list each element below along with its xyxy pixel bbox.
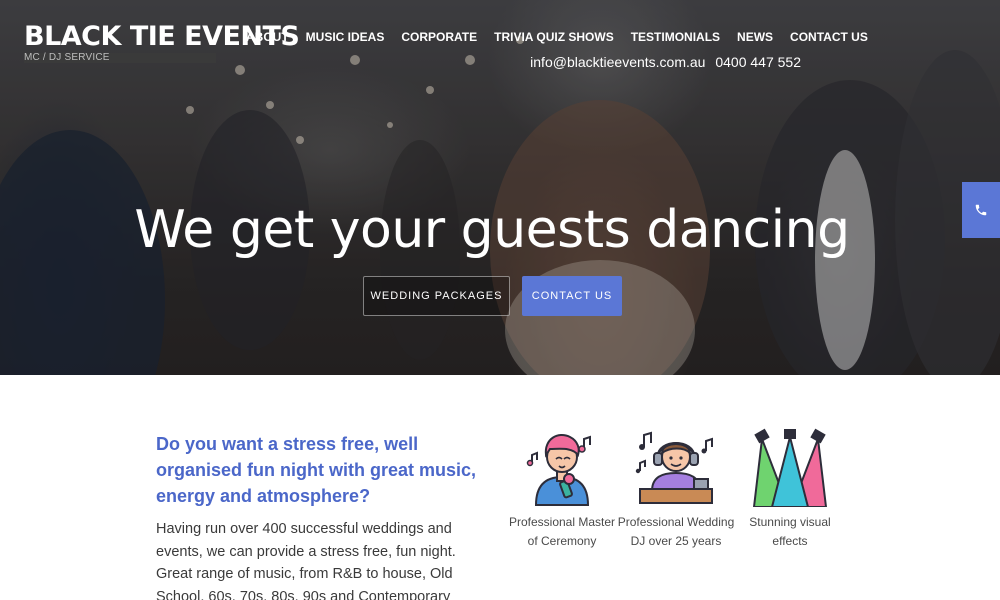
feature-label: Professional Master of Ceremony bbox=[508, 515, 616, 548]
nav-item-music-ideas[interactable]: MUSIC IDEAS bbox=[306, 30, 385, 45]
feature-label: Professional Wedding DJ over 25 years bbox=[617, 515, 735, 548]
hero-title: We get your guests dancing bbox=[134, 200, 850, 260]
feature-wedding-dj: Professional Wedding DJ over 25 years bbox=[617, 427, 735, 551]
phone-link[interactable]: 0400 447 552 bbox=[715, 54, 801, 70]
feature-label: Stunning visual effects bbox=[749, 515, 831, 548]
intro-body: Having run over 400 successful weddings … bbox=[156, 521, 456, 600]
logo-bar: MC / DJ SERVICE bbox=[24, 52, 216, 63]
contact-us-button[interactable]: CONTACT US bbox=[522, 276, 622, 316]
nav-item-news[interactable]: NEWS bbox=[737, 30, 773, 45]
hero-section: BLACK TIE EVENTS MC / DJ SERVICE ABOUT M… bbox=[0, 0, 1000, 375]
logo-tagline: MC / DJ SERVICE bbox=[24, 52, 110, 63]
wedding-packages-button[interactable]: WEDDING PACKAGES bbox=[363, 276, 510, 316]
nav-item-testimonials[interactable]: TESTIMONIALS bbox=[631, 30, 720, 45]
email-link[interactable]: info@blacktieevents.com.au bbox=[530, 54, 705, 70]
nav-item-corporate[interactable]: CORPORATE bbox=[401, 30, 477, 45]
header-contact-line: info@blacktieevents.com.au 0400 447 552 bbox=[530, 54, 801, 70]
phone-side-tab[interactable] bbox=[962, 182, 1000, 238]
logo-text: BLACK TIE EVENTS bbox=[24, 21, 300, 52]
feature-master-of-ceremony: Professional Master of Ceremony bbox=[503, 427, 621, 551]
intro-heading: Do you want a stress free, well organise… bbox=[156, 434, 477, 506]
feature-visual-effects: Stunning visual effects bbox=[731, 427, 849, 551]
nav-item-contact-us[interactable]: CONTACT US bbox=[790, 30, 868, 45]
phone-icon bbox=[975, 204, 987, 216]
nav-item-trivia-quiz-shows[interactable]: TRIVIA QUIZ SHOWS bbox=[494, 30, 614, 45]
stage-lights-icon bbox=[752, 428, 828, 507]
nav-item-about[interactable]: ABOUT bbox=[246, 30, 289, 45]
dj-icon bbox=[635, 431, 713, 504]
singer-icon bbox=[526, 434, 591, 506]
site-logo[interactable]: BLACK TIE EVENTS MC / DJ SERVICE bbox=[24, 20, 300, 63]
main-nav: ABOUT MUSIC IDEAS CORPORATE TRIVIA QUIZ … bbox=[246, 30, 868, 45]
